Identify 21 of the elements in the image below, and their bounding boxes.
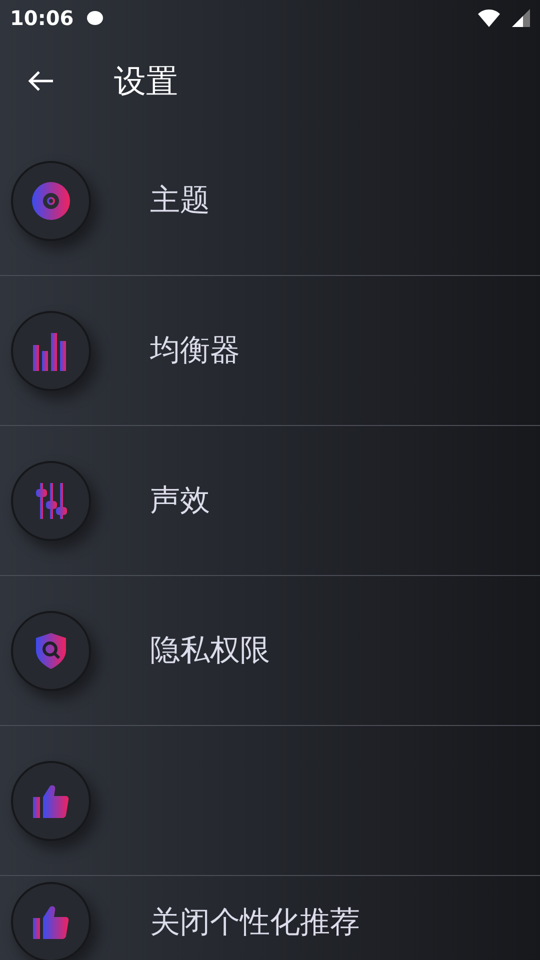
- page-title: 设置: [114, 61, 178, 102]
- item-label: 声效: [150, 482, 210, 520]
- settings-item[interactable]: 隐私权限: [0, 576, 540, 726]
- thumbs-up-icon: [33, 905, 69, 939]
- settings-item[interactable]: 均衡器: [0, 276, 540, 426]
- back-arrow-icon: [28, 70, 54, 92]
- signal-icon: [512, 9, 530, 27]
- thumbs-up-icon: [33, 784, 69, 818]
- item-label: 均衡器: [150, 332, 240, 370]
- disc-icon: [31, 180, 71, 220]
- settings-item[interactable]: 主题: [0, 126, 540, 276]
- wifi-icon: [478, 9, 500, 27]
- shield-search-icon: [35, 632, 67, 670]
- status-time: 10:06: [10, 5, 74, 32]
- item-label: 主题: [150, 182, 210, 220]
- notification-icon: [86, 10, 104, 26]
- item-label: 关闭个性化推荐: [150, 904, 360, 942]
- settings-item[interactable]: 关闭个性化推荐: [0, 882, 540, 960]
- item-label: 隐私权限: [150, 632, 270, 670]
- sliders-icon: [35, 480, 67, 520]
- settings-item[interactable]: 声效: [0, 426, 540, 576]
